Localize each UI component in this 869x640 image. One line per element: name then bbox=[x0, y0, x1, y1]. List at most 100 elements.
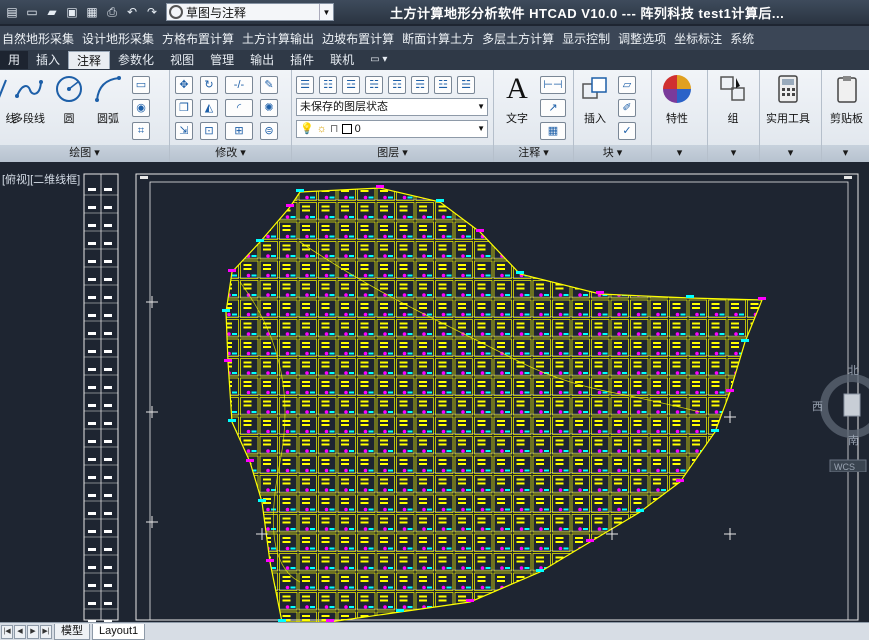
drawing-canvas[interactable] bbox=[0, 162, 869, 622]
stretch-icon[interactable]: ⇲ bbox=[175, 122, 193, 140]
block-attribute-icon[interactable]: ✓ bbox=[618, 122, 636, 140]
polyline-button[interactable]: 多段线 bbox=[12, 74, 45, 126]
clipboard-button[interactable]: 剪贴板 bbox=[830, 74, 863, 126]
tab-parametric[interactable]: 参数化 bbox=[110, 51, 162, 69]
edit-block-icon[interactable]: ✐ bbox=[618, 99, 636, 117]
explode-icon[interactable]: ✺ bbox=[260, 99, 278, 117]
current-layer-combo[interactable]: 💡 ☼ ⊓ 0 ▼ bbox=[296, 120, 488, 138]
leader-icon[interactable]: ↗ bbox=[540, 99, 566, 117]
layer-state-combo[interactable]: 未保存的图层状态 ▼ bbox=[296, 98, 488, 116]
tab-view[interactable]: 视图 bbox=[162, 51, 202, 69]
modify-panel: ✥ ↻ -/- ✎ ❐ ◭ ◜ ✺ ⇲ ⊡ ⊞ ⊜ 修改 ▾ bbox=[170, 70, 292, 162]
layers-panel-title[interactable]: 图层 ▾ bbox=[292, 145, 493, 162]
viewport-label[interactable]: [俯视][二维线框] bbox=[2, 171, 80, 187]
menu-item-design-terrain[interactable]: 设计地形采集 bbox=[82, 30, 162, 47]
scale-icon[interactable]: ⊡ bbox=[200, 122, 218, 140]
app-menu-icon[interactable]: ▤ bbox=[4, 4, 20, 20]
layer-lock-icon[interactable]: ☴ bbox=[411, 76, 429, 94]
fillet-icon[interactable]: ◜ bbox=[225, 99, 253, 117]
draw-panel-title[interactable]: 绘图 ▾ bbox=[0, 145, 169, 162]
tab-online[interactable]: 联机 bbox=[322, 51, 362, 69]
menu-item-earthwork-output[interactable]: 土方计算输出 bbox=[242, 30, 322, 47]
mirror-icon[interactable]: ◭ bbox=[200, 99, 218, 117]
rectangle-icon[interactable]: ▭ bbox=[132, 76, 150, 94]
modify-panel-title[interactable]: 修改 ▾ bbox=[170, 145, 291, 162]
tab-layout1[interactable]: Layout1 bbox=[92, 623, 146, 640]
create-block-icon[interactable]: ▱ bbox=[618, 76, 636, 94]
app-title: 土方计算地形分析软件 HTCAD V10.0 --- 阵列科技 test1计算后… bbox=[390, 6, 785, 21]
text-button[interactable]: A 文字 bbox=[502, 74, 532, 126]
copy-icon[interactable]: ❐ bbox=[175, 99, 193, 117]
tab-manage[interactable]: 管理 bbox=[202, 51, 242, 69]
insert-block-button[interactable]: 插入 bbox=[580, 74, 610, 126]
block-panel-title[interactable]: 块 ▾ bbox=[574, 145, 651, 162]
tab-insert[interactable]: 插入 bbox=[28, 51, 68, 69]
layer-state-icon[interactable]: ☷ bbox=[319, 76, 337, 94]
menu-item-system[interactable]: 系统 bbox=[730, 30, 762, 47]
layer-off-icon[interactable]: ☵ bbox=[365, 76, 383, 94]
menu-item-slope-layout[interactable]: 边坡布置计算 bbox=[322, 30, 402, 47]
properties-panel-title[interactable]: ▾ bbox=[652, 145, 707, 162]
ribbon-options-icon[interactable]: ▭ ▾ bbox=[362, 51, 395, 69]
region-icon[interactable]: ⌗ bbox=[132, 122, 150, 140]
circle-button[interactable]: 圆 bbox=[54, 74, 84, 126]
next-tab-icon[interactable]: ▶ bbox=[27, 624, 39, 639]
clipboard-panel-title[interactable]: ▾ bbox=[822, 145, 869, 162]
array-icon[interactable]: ⊞ bbox=[225, 122, 253, 140]
wcs-label: WCS bbox=[834, 462, 855, 472]
new-file-icon[interactable]: ▭ bbox=[24, 4, 40, 20]
redo-icon[interactable]: ↷ bbox=[144, 4, 160, 20]
undo-icon[interactable]: ↶ bbox=[124, 4, 140, 20]
layer-isolate-icon[interactable]: ☲ bbox=[342, 76, 360, 94]
tab-output[interactable]: 输出 bbox=[242, 51, 282, 69]
utilities-panel-title[interactable]: ▾ bbox=[760, 145, 821, 162]
menu-item-adjust-options[interactable]: 调整选项 bbox=[618, 30, 674, 47]
trim-icon[interactable]: -/- bbox=[225, 76, 253, 94]
menu-item-multilayer-earthwork[interactable]: 多层土方计算 bbox=[482, 30, 562, 47]
last-tab-icon[interactable]: ▶| bbox=[40, 624, 52, 639]
prev-tab-icon[interactable]: ◀ bbox=[14, 624, 26, 639]
dimension-icon[interactable]: ⊢⊣ bbox=[540, 76, 566, 94]
rotate-icon[interactable]: ↻ bbox=[200, 76, 218, 94]
layer-match-icon[interactable]: ☳ bbox=[434, 76, 452, 94]
annotation-panel-title[interactable]: 注释 ▾ bbox=[494, 145, 573, 162]
clipboard-label: 剪贴板 bbox=[830, 113, 863, 125]
layer-freeze-icon[interactable]: ☶ bbox=[388, 76, 406, 94]
open-folder-icon[interactable]: ▰ bbox=[44, 4, 60, 20]
drawing-viewport[interactable]: [俯视][二维线框] 北 西 南 WCS bbox=[0, 162, 869, 622]
groups-button[interactable]: 组 bbox=[718, 74, 748, 126]
first-tab-icon[interactable]: |◀ bbox=[1, 624, 13, 639]
workspace-select[interactable]: 草图与注释 ▼ bbox=[166, 3, 334, 21]
layer-properties-icon[interactable]: ☰ bbox=[296, 76, 314, 94]
erase-icon[interactable]: ✎ bbox=[260, 76, 278, 94]
table-icon[interactable]: ▦ bbox=[540, 122, 566, 140]
draw-panel: 线 多段线 圆 圆弧 ▭ ◉ ⌗ 绘图 ▾ bbox=[0, 70, 170, 162]
tab-plugin[interactable]: 插件 bbox=[282, 51, 322, 69]
tab-home[interactable]: 用 bbox=[0, 51, 29, 69]
tab-annotate[interactable]: 注释 bbox=[68, 51, 111, 69]
save-icon[interactable]: ▣ bbox=[64, 4, 80, 20]
workspace-value: 草图与注释 bbox=[186, 5, 247, 20]
layer-change-icon[interactable]: ☱ bbox=[457, 76, 475, 94]
utilities-button[interactable]: 实用工具 bbox=[766, 74, 810, 126]
properties-button[interactable]: 特性 bbox=[662, 74, 692, 126]
offset-icon[interactable]: ⊜ bbox=[260, 122, 278, 140]
menu-item-coordinate-label[interactable]: 坐标标注 bbox=[674, 30, 730, 47]
groups-label: 组 bbox=[727, 113, 739, 125]
polyline-label: 多段线 bbox=[12, 113, 45, 125]
menu-item-grid-layout[interactable]: 方格布置计算 bbox=[162, 30, 242, 47]
hatch-icon[interactable]: ◉ bbox=[132, 99, 150, 117]
tab-model[interactable]: 模型 bbox=[54, 623, 90, 640]
title-bar: ▤ ▭ ▰ ▣ ▦ ⎙ ↶ ↷ 草图与注释 ▼ 土方计算地形分析软件 HTCAD… bbox=[0, 0, 869, 24]
menu-item-section-earthwork[interactable]: 断面计算土方 bbox=[402, 30, 482, 47]
print-icon[interactable]: ⎙ bbox=[104, 4, 120, 20]
move-icon[interactable]: ✥ bbox=[175, 76, 193, 94]
menu-item-display-control[interactable]: 显示控制 bbox=[562, 30, 618, 47]
arc-button[interactable]: 圆弧 bbox=[93, 74, 123, 126]
view-compass[interactable]: 北 西 南 WCS bbox=[812, 362, 869, 473]
groups-panel-title[interactable]: ▾ bbox=[708, 145, 759, 162]
text-label: 文字 bbox=[506, 113, 528, 125]
chevron-down-icon: ▼ bbox=[477, 102, 485, 111]
save-as-icon[interactable]: ▦ bbox=[84, 4, 100, 20]
menu-item-natural-terrain[interactable]: 自然地形采集 bbox=[0, 30, 82, 47]
